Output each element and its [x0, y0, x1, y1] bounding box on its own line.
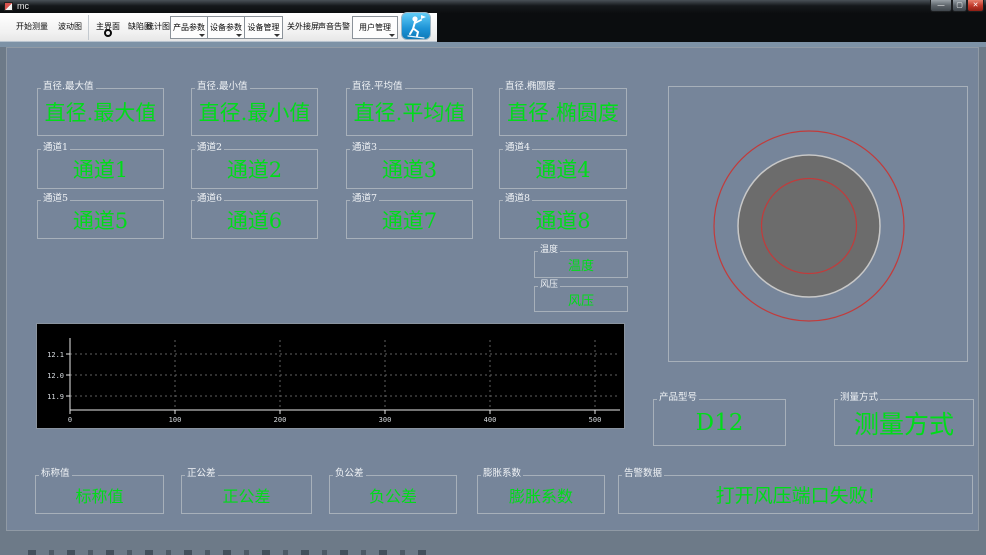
diameter-avg-value: 直径.平均值: [353, 101, 466, 125]
pos-tolerance-value: 正公差: [222, 486, 271, 506]
toolbar: 开始测量 波动图 主界面 缺陷图 统计图 产品参数 设备参数 设备管理 关外接屏…: [0, 12, 437, 42]
cross-section-gauge: [668, 86, 968, 362]
diameter-min-value: 直径.最小值: [198, 101, 311, 125]
y-tick-label: 12.0: [47, 372, 64, 380]
channel-5-value: 通道5: [72, 208, 129, 233]
maximize-icon: ▢: [956, 2, 963, 9]
x-tick-label: 100: [169, 416, 182, 424]
diameter-ovality-value: 直径.椭圆度: [507, 101, 619, 125]
y-tick-label: 12.1: [47, 351, 64, 359]
gauge-plot: [713, 130, 905, 322]
channel-7-value: 通道7: [381, 208, 438, 233]
app-brand-button[interactable]: [401, 12, 431, 40]
product-model-value: D12: [695, 409, 744, 436]
measure-mode-box: 测量方式 测量方式: [834, 392, 974, 446]
ext-screen-button[interactable]: 关外接屏: [287, 21, 319, 32]
diameter-max-value: 直径.最大值: [44, 101, 157, 125]
channel-1-box: 通道1 通道1: [37, 142, 164, 189]
caret-down-icon: [236, 34, 242, 37]
pos-tolerance-box: 正公差 正公差: [181, 468, 312, 514]
title-bar: mc — ▢ ✕: [0, 0, 986, 13]
window-title: mc: [17, 1, 29, 11]
x-tick-label: 500: [589, 416, 602, 424]
wave-chart-button[interactable]: 波动图: [58, 21, 82, 32]
channel-1-value: 通道1: [72, 158, 129, 182]
x-tick-label: 300: [379, 416, 392, 424]
nominal-box: 标称值 标称值: [35, 468, 164, 514]
device-params-button[interactable]: 设备参数: [207, 16, 245, 39]
alarm-value: 打开风压端口失败!: [715, 485, 876, 507]
alarm-box: 告警数据 打开风压端口失败!: [618, 468, 973, 514]
wind-pressure-box: 风压 风压: [534, 279, 628, 312]
x-tick-label: 400: [484, 416, 497, 424]
channel-8-value: 通道8: [535, 208, 591, 233]
product-params-button[interactable]: 产品参数: [170, 16, 208, 39]
app-icon: [4, 2, 13, 11]
measure-mode-value: 测量方式: [853, 409, 954, 439]
expansion-box: 膨胀系数 膨胀系数: [477, 468, 605, 514]
wind-pressure-value: 风压: [567, 293, 594, 309]
channel-4-box: 通道4 通道4: [499, 142, 627, 189]
channel-8-box: 通道8 通道8: [499, 193, 627, 239]
stats-chart-button[interactable]: 统计图: [146, 21, 170, 32]
channel-6-value: 通道6: [226, 208, 283, 233]
close-button[interactable]: ✕: [967, 0, 984, 12]
caret-down-icon: [199, 34, 205, 37]
product-params-label: 产品参数: [173, 23, 205, 32]
trend-chart-plot: 12.1 12.0 11.9 0 100 200 300 400 500: [47, 338, 620, 424]
caret-down-icon: [274, 34, 280, 37]
caret-down-icon: [389, 34, 395, 37]
diameter-avg-box: 直径.平均值 直径.平均值: [346, 81, 473, 136]
channel-4-value: 通道4: [535, 158, 591, 182]
diameter-ovality-box: 直径.椭圆度 直径.椭圆度: [499, 81, 627, 136]
x-tick-label: 0: [68, 416, 72, 424]
neg-tolerance-value: 负公差: [368, 486, 417, 506]
main-panel: 直径.最大值 直径.最大值 直径.最小值 直径.最小值 直径.平均值 直径.平均…: [6, 47, 979, 531]
start-measure-button[interactable]: 开始测量: [16, 21, 48, 32]
diameter-min-box: 直径.最小值 直径.最小值: [191, 81, 318, 136]
maximize-button[interactable]: ▢: [952, 0, 967, 12]
channel-3-value: 通道3: [381, 158, 438, 182]
device-params-label: 设备参数: [210, 23, 242, 32]
temperature-box: 温度 温度: [534, 244, 628, 278]
minimize-icon: —: [937, 2, 945, 9]
diameter-max-box: 直径.最大值 直径.最大值: [37, 81, 164, 136]
device-mgmt-button[interactable]: 设备管理: [244, 16, 283, 39]
main-screen-selected-indicator: [104, 29, 112, 37]
expansion-value: 膨胀系数: [508, 486, 573, 506]
x-tick-label: 200: [274, 416, 287, 424]
user-mgmt-button[interactable]: 用户管理: [352, 16, 398, 39]
product-model-box: 产品型号 D12: [653, 392, 786, 446]
user-mgmt-label: 用户管理: [359, 23, 391, 32]
toolbar-separator: [88, 15, 89, 40]
channel-2-box: 通道2 通道2: [191, 142, 318, 189]
toolbar-dark-area: [437, 13, 986, 42]
minimize-button[interactable]: —: [930, 0, 952, 12]
trend-chart: 12.1 12.0 11.9 0 100 200 300 400 500: [36, 323, 625, 429]
sound-alarm-button[interactable]: 声音告警: [318, 21, 350, 32]
figure-with-flag-icon: [407, 15, 426, 39]
channel-7-box: 通道7 通道7: [346, 193, 473, 239]
device-mgmt-label: 设备管理: [247, 23, 280, 32]
close-icon: ✕: [972, 2, 979, 9]
neg-tolerance-box: 负公差 负公差: [329, 468, 457, 514]
product-disk: [737, 154, 881, 298]
channel-2-value: 通道2: [226, 158, 283, 182]
channel-6-box: 通道6 通道6: [191, 193, 318, 239]
channel-5-box: 通道5 通道5: [37, 193, 164, 239]
channel-3-box: 通道3 通道3: [346, 142, 473, 189]
nominal-value: 标称值: [75, 486, 124, 506]
clipped-bottom-text: [15, 550, 427, 555]
y-tick-label: 11.9: [47, 393, 64, 401]
temperature-value: 温度: [567, 259, 594, 274]
